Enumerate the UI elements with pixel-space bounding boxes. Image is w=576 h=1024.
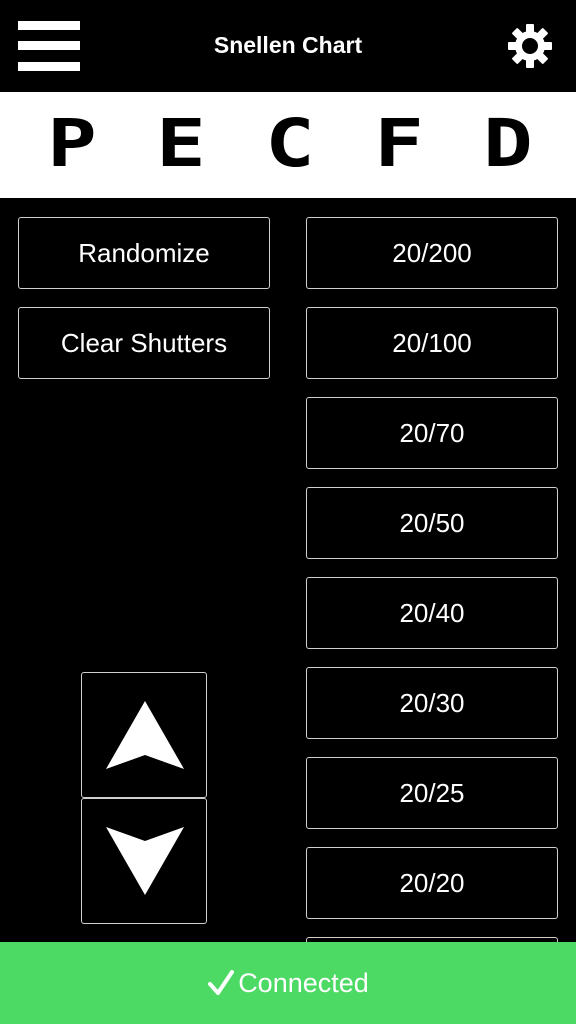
acuity-button-20-25[interactable]: 20/25 bbox=[306, 757, 558, 829]
optotype-letter: P bbox=[47, 105, 97, 182]
acuity-button-20-200[interactable]: 20/200 bbox=[306, 217, 558, 289]
scroll-down-button[interactable] bbox=[81, 798, 207, 924]
randomize-button[interactable]: Randomize bbox=[18, 217, 270, 289]
optotype-letter: D bbox=[483, 105, 533, 182]
acuity-button-20-70[interactable]: 20/70 bbox=[306, 397, 558, 469]
scroll-up-button[interactable] bbox=[81, 672, 207, 798]
clear-shutters-button[interactable]: Clear Shutters bbox=[18, 307, 270, 379]
optotype-letter: C bbox=[265, 105, 315, 182]
optotype-line: P E C F D bbox=[44, 105, 536, 182]
arrow-up-icon bbox=[106, 701, 184, 769]
optotype-letter: F bbox=[374, 105, 424, 182]
page-title: Snellen Chart bbox=[213, 32, 363, 58]
acuity-button-20-100[interactable]: 20/100 bbox=[306, 307, 558, 379]
acuity-button-20-30[interactable]: 20/30 bbox=[306, 667, 558, 739]
acuity-button-20-40[interactable]: 20/40 bbox=[306, 577, 558, 649]
checkmark-icon bbox=[208, 970, 235, 995]
arrow-down-icon bbox=[106, 827, 184, 895]
acuity-button-20-50[interactable]: 20/50 bbox=[306, 487, 558, 559]
connection-status-text: Connected bbox=[238, 967, 369, 998]
acuity-button-20-20[interactable]: 20/20 bbox=[306, 847, 558, 919]
top-bar: Snellen Chart bbox=[0, 0, 576, 92]
connection-status-bar: Connected bbox=[0, 942, 576, 1024]
optotype-letter: E bbox=[156, 105, 206, 182]
gear-icon[interactable] bbox=[506, 22, 554, 70]
